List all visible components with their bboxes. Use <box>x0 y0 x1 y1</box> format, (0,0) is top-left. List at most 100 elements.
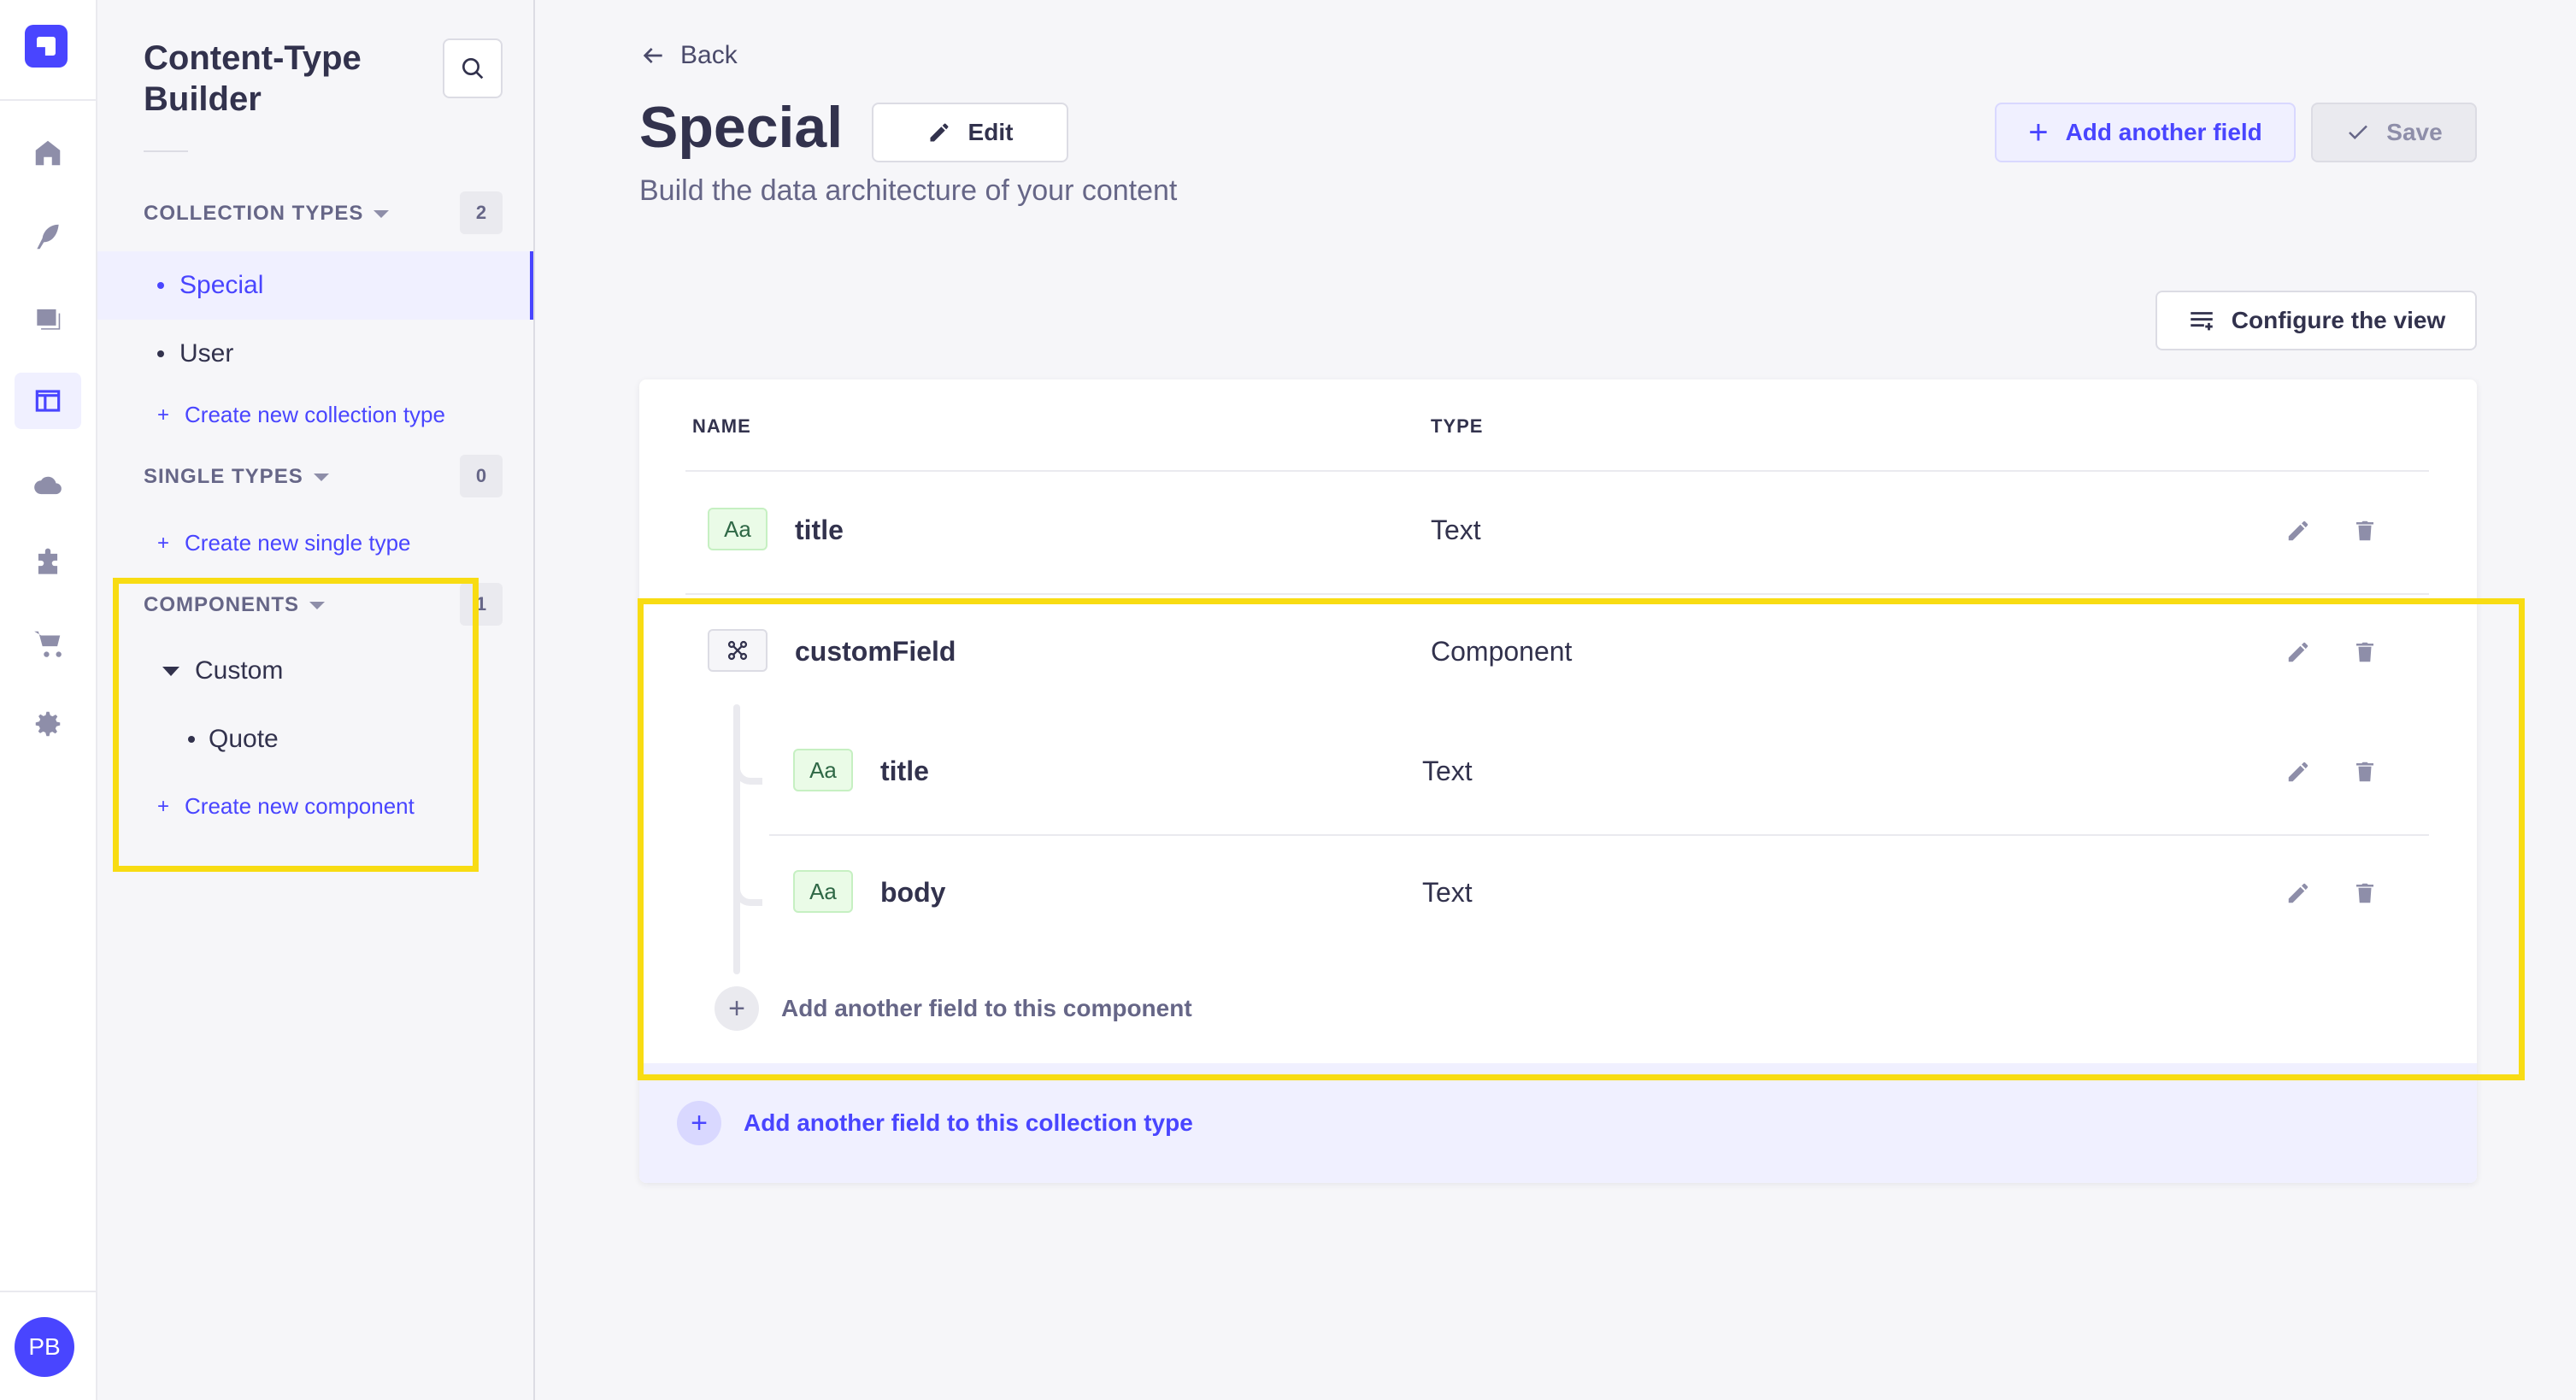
caret-down-icon <box>373 209 390 218</box>
text-field-icon: Aa <box>793 749 853 791</box>
plus-icon: + <box>677 1101 721 1145</box>
configure-label: Configure the view <box>2231 307 2446 333</box>
avatar[interactable]: PB <box>15 1317 74 1377</box>
create-component-link[interactable]: + Create new component <box>157 793 415 820</box>
add-component-field-label: Add another field to this component <box>781 995 1192 1021</box>
media-library-icon[interactable] <box>15 291 81 347</box>
delete-field-button[interactable] <box>2352 639 2378 665</box>
plus-icon: + <box>157 531 170 555</box>
component-field-type: Text <box>1422 877 1473 908</box>
caret-down-icon <box>309 601 326 609</box>
main-content: Back Special Edit Build the data archite… <box>535 0 2576 1400</box>
layout-icon[interactable] <box>15 373 81 429</box>
edit-field-button[interactable] <box>2285 759 2311 785</box>
text-field-icon: Aa <box>708 508 768 550</box>
text-field-icon: Aa <box>793 870 853 913</box>
check-icon <box>2349 125 2368 140</box>
gear-icon[interactable] <box>15 696 81 752</box>
component-category-custom[interactable]: Custom <box>162 656 283 685</box>
sidebar-item-special[interactable]: Special <box>97 251 533 320</box>
rail-divider <box>0 99 96 101</box>
edit-label: Edit <box>967 119 1014 145</box>
pencil-icon <box>930 123 949 142</box>
delete-field-button[interactable] <box>2352 518 2378 544</box>
create-single-type-label: Create new single type <box>185 530 411 556</box>
plus-icon: + <box>2028 114 2049 151</box>
component-tree-line <box>733 704 740 974</box>
component-field-type: Text <box>1422 756 1473 786</box>
trash-icon <box>2356 883 2373 903</box>
components-count: 1 <box>460 583 503 626</box>
caret-down-icon <box>313 473 329 481</box>
collection-types-section-toggle[interactable]: COLLECTION TYPES <box>144 202 390 226</box>
trash-icon <box>2356 762 2373 782</box>
content-type-builder-subnav: Content-Type Builder COLLECTION TYPES 2 … <box>97 0 535 1400</box>
edit-field-button[interactable] <box>2285 880 2311 906</box>
pencil-icon <box>2288 883 2308 903</box>
cart-icon[interactable] <box>15 615 81 672</box>
delete-field-button[interactable] <box>2352 759 2378 785</box>
save-button[interactable]: Save <box>2311 103 2477 162</box>
single-types-section-toggle[interactable]: SINGLE TYPES <box>144 465 329 489</box>
caret-down-icon <box>162 666 179 676</box>
trash-icon <box>2356 521 2373 541</box>
add-collection-field-label: Add another field to this collection typ… <box>744 1109 1193 1136</box>
feather-icon[interactable] <box>15 209 81 265</box>
single-types-count: 0 <box>460 455 503 497</box>
pencil-icon <box>2288 762 2308 782</box>
edit-field-button[interactable] <box>2285 639 2311 665</box>
field-type: Component <box>1431 636 1573 667</box>
sidebar-item-label: Special <box>179 271 264 299</box>
page-subtitle: Build the data architecture of your cont… <box>639 174 1178 207</box>
bullet-icon <box>157 350 164 357</box>
title-divider <box>144 150 188 152</box>
arrow-left-icon <box>643 48 662 63</box>
collection-types-label: COLLECTION TYPES <box>144 202 364 225</box>
add-another-field-button[interactable]: + Add another field <box>1995 103 2296 162</box>
bullet-icon <box>188 736 195 743</box>
trash-icon <box>2356 642 2373 662</box>
add-component-field-button[interactable]: + Add another field to this component <box>715 986 1192 1031</box>
edit-button[interactable]: Edit <box>872 103 1068 162</box>
plus-icon: + <box>157 403 170 426</box>
page-title: Special <box>639 95 844 160</box>
subnav-title: Content-Type Builder <box>144 39 362 118</box>
bullet-icon <box>157 282 164 289</box>
delete-field-button[interactable] <box>2352 880 2378 906</box>
component-category-label: Custom <box>195 656 284 685</box>
pencil-icon <box>2288 521 2308 541</box>
component-field-name: body <box>880 877 946 908</box>
save-label: Save <box>2386 119 2443 145</box>
create-collection-type-label: Create new collection type <box>185 402 445 427</box>
main-nav-rail: PB <box>0 0 97 1400</box>
configure-the-view-button[interactable]: Configure the view <box>2155 291 2477 350</box>
components-label: COMPONENTS <box>144 593 300 616</box>
search-button[interactable] <box>443 38 503 98</box>
back-link[interactable]: Back <box>639 41 738 70</box>
home-icon[interactable] <box>15 125 81 181</box>
fields-table: NAME TYPE Aa title Text customField Comp… <box>639 379 2477 1183</box>
sidebar-item-quote[interactable]: Quote <box>188 725 279 754</box>
component-icon <box>727 640 748 661</box>
header-divider <box>685 470 2429 472</box>
strapi-logo-icon[interactable] <box>25 25 68 68</box>
single-types-label: SINGLE TYPES <box>144 465 303 488</box>
puzzle-icon[interactable] <box>15 535 81 591</box>
component-field-badge <box>708 629 768 672</box>
plus-icon: + <box>715 986 759 1031</box>
rail-divider-bottom <box>0 1291 96 1292</box>
component-field-name: title <box>880 756 929 786</box>
edit-field-button[interactable] <box>2285 518 2311 544</box>
sidebar-item-label: User <box>179 339 234 368</box>
add-field-label: Add another field <box>2065 119 2262 145</box>
add-collection-field-button[interactable]: + Add another field to this collection t… <box>677 1101 1193 1145</box>
sidebar-item-label: Quote <box>209 725 279 753</box>
pencil-icon <box>2288 642 2308 662</box>
back-label: Back <box>680 41 738 69</box>
components-section-toggle[interactable]: COMPONENTS <box>144 593 326 617</box>
create-collection-type-link[interactable]: + Create new collection type <box>157 402 445 428</box>
collection-types-count: 2 <box>460 191 503 234</box>
cloud-icon[interactable] <box>15 456 81 513</box>
create-single-type-link[interactable]: + Create new single type <box>157 530 411 556</box>
sidebar-item-user[interactable]: User <box>97 320 533 388</box>
